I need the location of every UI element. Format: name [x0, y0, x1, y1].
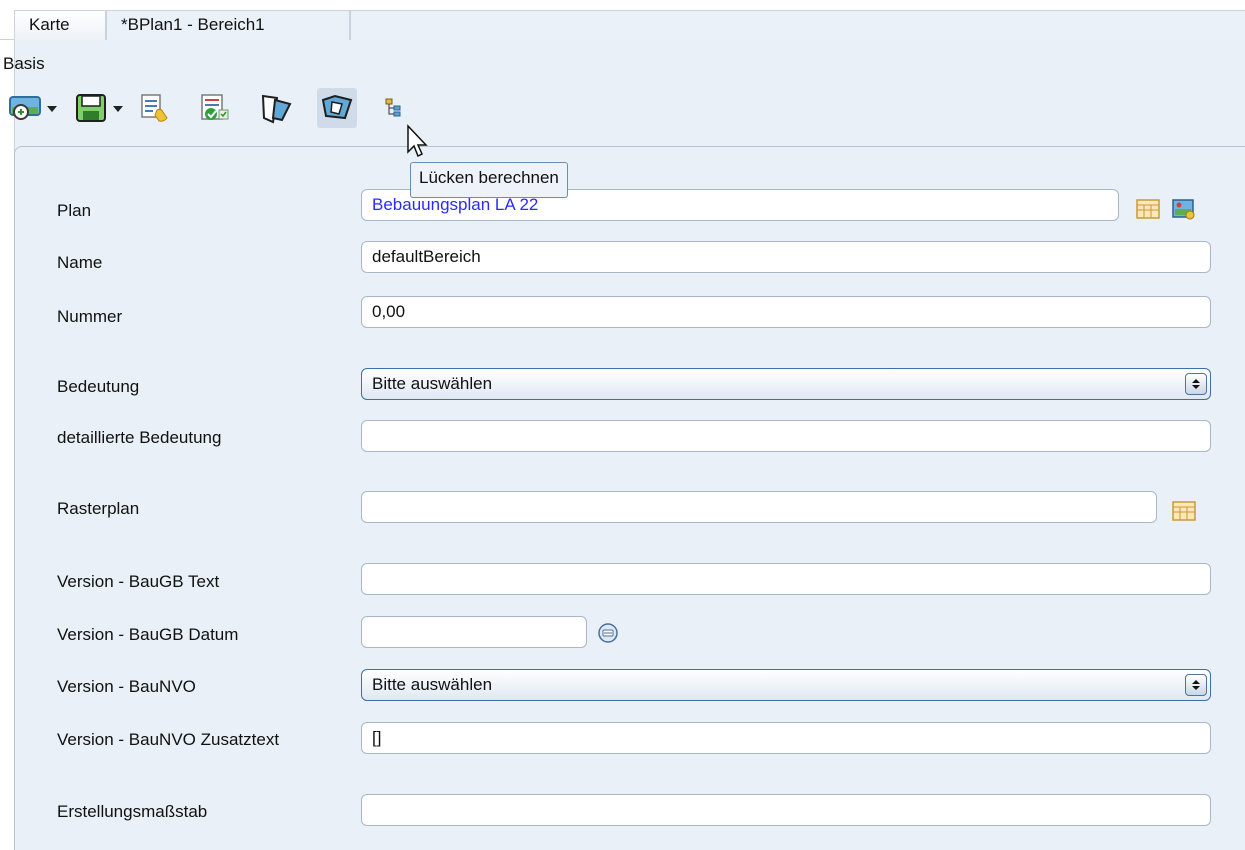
map-zoom-button[interactable] [5, 88, 45, 128]
name-field[interactable]: defaultBereich [361, 241, 1211, 273]
image-link-icon[interactable] [1171, 197, 1197, 221]
nummer-field[interactable]: 0,00 [361, 296, 1211, 328]
tree-structure-icon [385, 98, 401, 117]
validate-icon [201, 94, 229, 120]
tab-bar: Karte *BPlan1 - Bereich1 [0, 0, 1245, 40]
rasterplan-field[interactable] [361, 491, 1157, 523]
version-baunvo-zusatztext-field[interactable]: [] [361, 722, 1211, 754]
erstellungsmassstab-label: Erstellungsmaßstab [57, 802, 208, 821]
tree-structure-button[interactable] [375, 88, 415, 128]
name-label: Name [57, 253, 103, 272]
edit-attributes-button[interactable] [135, 88, 175, 128]
version-baugb-text-label: Version - BauGB Text [57, 572, 220, 591]
form-panel: Plan Bebauungsplan LA 22 Name defaultBer… [14, 146, 1245, 850]
tab-bar-filler [350, 10, 1245, 40]
section-title: Basis [3, 54, 45, 73]
map-zoom-dropdown-icon[interactable] [47, 106, 57, 112]
map-zoom-icon [9, 96, 41, 120]
nummer-label: Nummer [57, 307, 123, 326]
version-baugb-datum-field[interactable] [361, 616, 587, 648]
detaillierte-bedeutung-field[interactable] [361, 420, 1211, 452]
plan-label: Plan [57, 201, 92, 220]
select-arrows-icon[interactable] [1185, 674, 1207, 696]
edit-attributes-icon [141, 94, 168, 122]
version-baunvo-zusatztext-label: Version - BauNVO Zusatztext [57, 730, 280, 749]
save-dropdown-icon[interactable] [113, 106, 123, 112]
erstellungsmassstab-field[interactable] [361, 794, 1211, 826]
tooltip-compute-gaps: Lücken berechnen [410, 162, 568, 198]
compute-gaps-icon [321, 94, 353, 120]
detaillierte-bedeutung-label: detaillierte Bedeutung [57, 428, 222, 447]
version-baugb-text-field[interactable] [361, 563, 1211, 595]
version-baunvo-label: Version - BauNVO [57, 677, 196, 696]
tab-bplan-bereich-label: *BPlan1 - Bereich1 [121, 15, 265, 34]
bedeutung-label: Bedeutung [57, 377, 140, 396]
table-icon[interactable] [1171, 499, 1197, 523]
tab-karte-label: Karte [29, 15, 70, 34]
tab-bplan-bereich[interactable]: *BPlan1 - Bereich1 [106, 10, 350, 40]
compute-gaps-button[interactable] [317, 88, 357, 128]
bedeutung-select[interactable]: Bitte auswählen [361, 368, 1211, 400]
version-baunvo-select-value: Bitte auswählen [372, 675, 493, 694]
version-baugb-datum-label: Version - BauGB Datum [57, 625, 239, 644]
mouse-cursor-icon [407, 124, 428, 158]
rasterplan-label: Rasterplan [57, 499, 140, 518]
geometry-button[interactable] [257, 88, 297, 128]
bedeutung-select-value: Bitte auswählen [372, 374, 493, 393]
save-button[interactable] [71, 88, 111, 128]
select-arrows-icon[interactable] [1185, 373, 1207, 395]
geometry-icon [261, 94, 292, 124]
version-baunvo-select[interactable]: Bitte auswählen [361, 669, 1211, 701]
validate-button[interactable] [195, 88, 235, 128]
save-icon [76, 94, 106, 122]
tab-karte[interactable]: Karte [14, 10, 106, 40]
table-icon[interactable] [1135, 197, 1161, 221]
date-picker-icon[interactable] [597, 622, 619, 644]
